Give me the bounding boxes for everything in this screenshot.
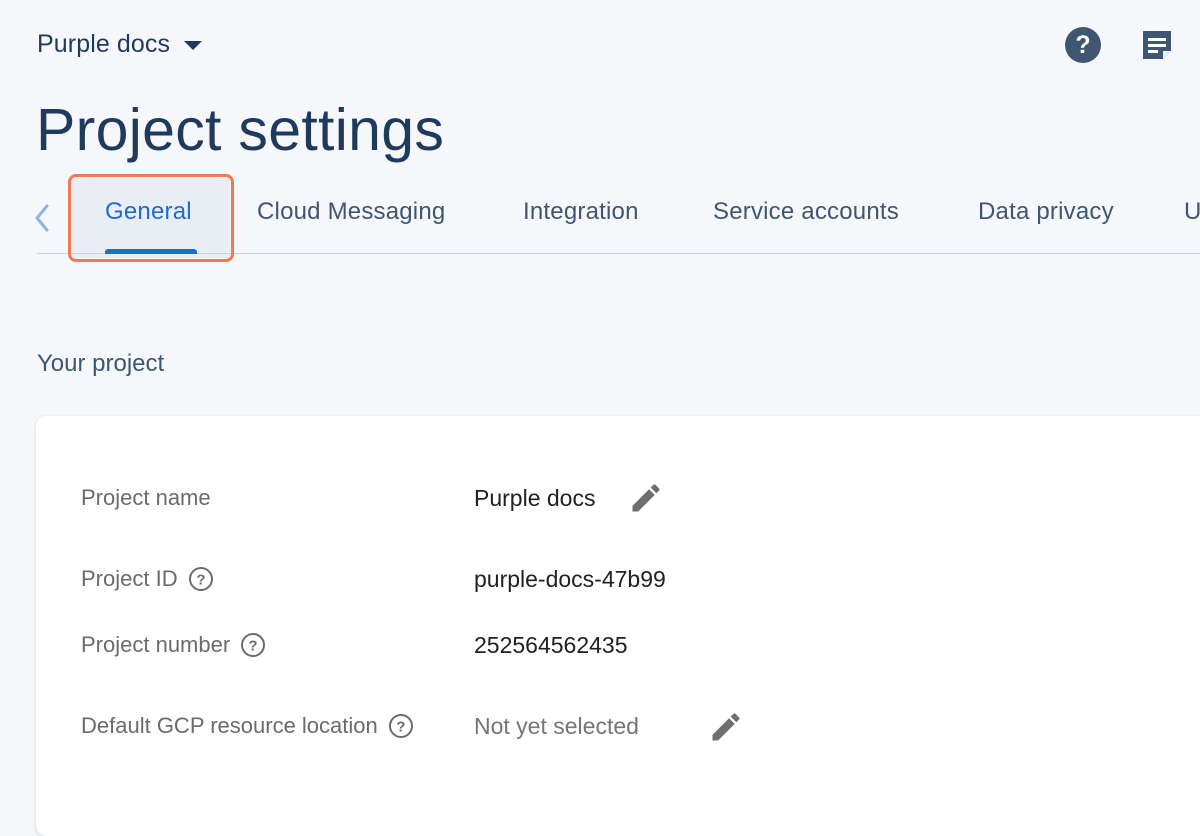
- caret-down-icon: [184, 41, 203, 50]
- svg-text:?: ?: [249, 638, 258, 655]
- tab-users-partial[interactable]: U: [1184, 198, 1200, 238]
- edit-icon[interactable]: [628, 480, 664, 516]
- svg-text:?: ?: [1075, 31, 1090, 59]
- project-name-label-text: Project name: [81, 485, 211, 510]
- help-icon[interactable]: ?: [1064, 26, 1102, 64]
- section-heading: Your project: [37, 350, 165, 377]
- project-id-value: purple-docs-47b99: [474, 566, 666, 592]
- help-small-icon[interactable]: ?: [388, 713, 414, 739]
- project-number-value: 252564562435: [474, 632, 628, 658]
- tab-service-accounts[interactable]: Service accounts: [713, 198, 899, 238]
- svg-text:?: ?: [396, 719, 405, 736]
- project-card: [36, 416, 1200, 836]
- gcp-location-label-text: Default GCP resource location: [81, 713, 378, 738]
- tab-data-privacy[interactable]: Data privacy: [978, 198, 1114, 238]
- tab-cloud-messaging[interactable]: Cloud Messaging: [257, 198, 445, 238]
- project-name-label: Project name: [81, 485, 211, 511]
- project-switcher[interactable]: Purple docs: [37, 26, 203, 62]
- notes-icon[interactable]: [1139, 27, 1175, 63]
- help-small-icon[interactable]: ?: [240, 632, 266, 658]
- chevron-left-icon[interactable]: [30, 202, 54, 234]
- gcp-location-value: Not yet selected: [474, 713, 639, 739]
- project-switcher-label: Purple docs: [37, 29, 171, 58]
- project-name-value: Purple docs: [474, 485, 596, 511]
- project-number-label-text: Project number: [81, 632, 231, 657]
- gcp-location-label: Default GCP resource location ?: [81, 713, 414, 739]
- tab-integration[interactable]: Integration: [523, 198, 639, 238]
- project-number-label: Project number ?: [81, 632, 266, 658]
- page-title: Project settings: [36, 97, 445, 163]
- project-id-label: Project ID ?: [81, 566, 214, 592]
- edit-icon[interactable]: [708, 709, 744, 745]
- help-small-icon[interactable]: ?: [188, 566, 214, 592]
- tab-highlight-annotation: [68, 174, 234, 262]
- svg-text:?: ?: [196, 572, 205, 589]
- project-id-label-text: Project ID: [81, 566, 178, 591]
